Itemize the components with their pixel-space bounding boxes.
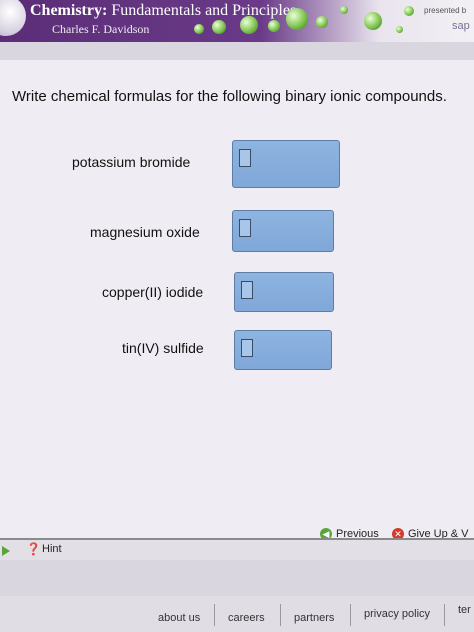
book-title-bold: Chemistry: [30,2,108,19]
footer-separator [214,604,215,626]
footer-separator [280,604,281,626]
author-name: Charles F. Davidson [52,22,150,36]
molecule-bubble-icon [268,20,280,32]
molecule-decoration-icon [190,2,430,40]
answer-input-tin-iv-sulfide[interactable] [234,330,332,370]
footer-link-about-us[interactable]: about us [158,612,200,624]
molecule-bubble-icon [212,20,226,34]
molecule-bubble-icon [404,6,414,16]
compound-label: tin(IV) sulfide [122,340,204,356]
footer-link-careers[interactable]: careers [228,612,265,624]
hint-bulb-icon: ❓ [26,542,41,556]
answer-input-potassium-bromide[interactable] [232,140,340,188]
footer-separator [444,604,445,626]
text-cursor-icon [239,219,251,237]
text-cursor-icon [239,149,251,167]
footer-link-terms[interactable]: ter [458,604,471,616]
app-header: Chemistry: Fundamentals and Principles C… [0,0,474,42]
presented-by-label: presented b [424,6,467,15]
logo-icon [0,0,26,36]
molecule-bubble-icon [286,8,308,30]
molecule-bubble-icon [396,26,403,33]
sponsor-label: sap [452,20,470,32]
footer-link-partners[interactable]: partners [294,612,334,624]
molecule-bubble-icon [364,12,382,30]
molecule-bubble-icon [316,16,328,28]
text-cursor-icon [241,281,253,299]
answer-input-copper-ii-iodide[interactable] [234,272,334,312]
hint-bar[interactable] [0,540,474,560]
text-cursor-icon [241,339,253,357]
molecule-bubble-icon [240,16,258,34]
molecule-bubble-icon [194,24,204,34]
hint-label[interactable]: Hint [42,543,62,555]
answer-input-magnesium-oxide[interactable] [232,210,334,252]
footer-separator [350,604,351,626]
molecule-bubble-icon [340,6,348,14]
compound-label: magnesium oxide [90,224,200,240]
hint-expand-arrow-icon[interactable] [2,546,10,556]
compound-label: copper(II) iodide [102,284,204,300]
compound-label: potassium bromide [72,154,191,170]
question-instructions: Write chemical formulas for the followin… [12,88,447,105]
footer-link-privacy-policy[interactable]: privacy policy [364,608,430,620]
